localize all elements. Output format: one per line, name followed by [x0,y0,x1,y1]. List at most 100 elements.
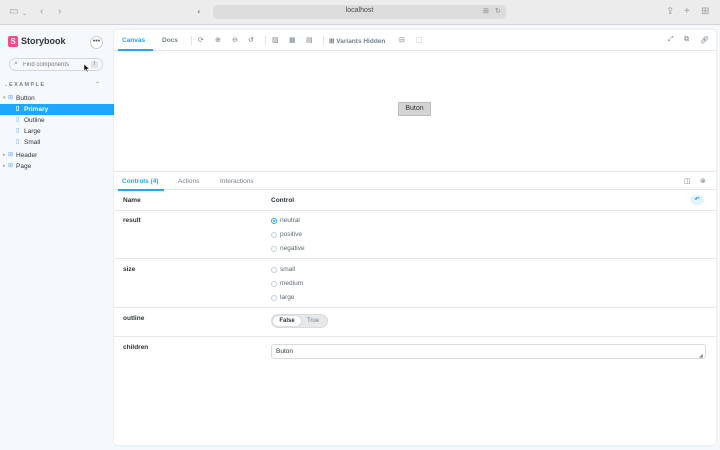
radio-dot[interactable] [271,281,277,287]
back-icon[interactable]: ‹ [40,6,43,18]
radio-label: neutral [280,217,300,224]
privacy-shield-icon[interactable]: ◐ [197,6,202,18]
chevron-down-icon: ▾ [3,95,6,101]
radio-label: small [280,266,296,273]
toolbar-divider [323,36,324,45]
radio-dot[interactable] [271,267,277,273]
tree-item-header[interactable]: ▸ ⊞ Header [0,150,114,161]
collapse-all-icon[interactable]: ⌃ [95,81,100,88]
component-icon: ⊞ [8,95,14,101]
controls-table-header: Name Control ↶ [114,190,716,211]
chevron-down-icon[interactable]: ⌄ [22,8,27,20]
control-name: result [123,217,141,224]
zoom-reset-icon[interactable]: ↺ [248,36,254,44]
toolbar-divider [191,36,192,45]
open-new-tab-icon[interactable]: ⧉ [684,36,689,44]
tree-item-label: Small [24,139,41,146]
tab-canvas[interactable]: Canvas [122,37,145,44]
tree-item-label: Primary [24,106,49,113]
share-icon[interactable]: ⇪ [666,6,674,18]
settings-menu-button[interactable]: ••• [90,36,103,49]
search-input[interactable] [23,60,85,70]
brand-title: Storybook [21,36,66,46]
viewport-icon[interactable]: ▤ [306,36,313,44]
fullscreen-icon[interactable]: ⤢ [668,36,674,44]
tree-item-primary[interactable]: ▯ Primary [0,104,114,115]
toggle-true[interactable]: True [300,316,326,326]
tree-item-label: Page [16,163,32,170]
control-row-size: size small medium large [114,260,716,308]
control-row-result: result neutral positive negative [114,211,716,259]
story-canvas: Buton [114,51,716,171]
radio-label: large [280,294,295,301]
tree-item-small[interactable]: ▯ Small [0,137,114,148]
tree-item-large[interactable]: ▯ Large [0,126,114,137]
tree-item-outline[interactable]: ▯ Outline [0,115,114,126]
zoom-out-icon[interactable]: ⊖ [232,36,238,44]
close-panel-icon[interactable]: ⊗ [700,177,706,185]
sidebar: S Storybook ••• ⌕ / ⌄ EXAMPLE ⌃ ▾ ⊞ Butt… [0,26,114,450]
radio-dot[interactable] [271,218,277,224]
preview-toolbar: Canvas Docs ⟳ ⊕ ⊖ ↺ ▨ ▦ ▤ ⊞ Variants Hid… [114,30,716,51]
copy-link-icon[interactable]: 🔗︎ [700,36,709,44]
url-text: localhost [345,7,374,14]
radio-dot[interactable] [271,246,277,252]
chevron-right-icon: ▸ [3,152,6,158]
tab-overview-icon[interactable]: ⊞ [701,6,709,18]
story-icon: ▯ [16,139,20,145]
main-panel: Canvas Docs ⟳ ⊕ ⊖ ↺ ▨ ▦ ▤ ⊞ Variants Hid… [114,30,716,445]
tree-item-label: Button [16,95,35,102]
resize-handle-icon[interactable]: ◢ [699,353,703,359]
tab-interactions[interactable]: Interactions [220,178,254,185]
story-icon: ▯ [16,106,20,112]
component-icon: ⊞ [8,152,14,158]
story-icon: ▯ [16,117,20,123]
boolean-toggle[interactable]: False True [271,314,328,328]
preview-button[interactable]: Buton [398,102,431,116]
sidebar-toggle-icon[interactable]: ▭ [9,6,18,18]
control-name: children [123,344,149,351]
tree-item-page[interactable]: ▸ ⊞ Page [0,161,114,172]
control-name: size [123,266,136,273]
zoom-in-icon[interactable]: ⊕ [215,36,221,44]
address-bar[interactable]: localhost ⊞ ↻ [213,5,506,19]
toolbar-divider [265,36,266,45]
toggle-false[interactable]: False [273,316,301,326]
remount-icon[interactable]: ⟳ [198,36,204,44]
radio-dot[interactable] [271,295,277,301]
browser-toolbar: ▭ ⌄ ‹ › ◐ localhost ⊞ ↻ ⇪ + ⊞ [0,0,720,25]
column-header-name: Name [123,197,141,204]
radio-label: negative [280,245,305,252]
section-chevron-icon[interactable]: ⌄ [4,82,8,88]
tab-controls[interactable]: Controls (4) [122,178,158,185]
outline-icon[interactable]: ⬚ [416,36,423,44]
variants-label: Variants Hidden [336,38,386,45]
tab-actions[interactable]: Actions [178,178,199,185]
control-row-outline: outline False True [114,309,716,337]
control-name: outline [123,315,145,322]
variants-button[interactable]: ⊞ Variants Hidden [329,37,385,45]
mouse-cursor-icon [84,64,90,72]
chevron-right-icon: ▸ [3,163,6,169]
search-icon: ⌕ [14,60,18,67]
children-textarea[interactable]: Buton [271,344,706,359]
panel-position-icon[interactable]: ◫ [684,177,691,185]
tree-item-button[interactable]: ▾ ⊞ Button [0,93,114,104]
tree-item-label: Header [16,152,38,159]
forward-icon[interactable]: › [58,6,61,18]
translate-icon[interactable]: ⊞ [483,7,489,15]
reset-controls-button[interactable]: ↶ [690,195,704,205]
background-icon[interactable]: ▨ [272,36,279,44]
search-shortcut-key: / [91,61,98,68]
reload-icon[interactable]: ↻ [495,7,501,15]
measure-icon[interactable]: ⊟ [399,36,405,44]
addons-tabs: Controls (4) Actions Interactions ◫ ⊗ [114,171,716,191]
radio-dot[interactable] [271,232,277,238]
radio-label: medium [280,280,304,287]
new-tab-icon[interactable]: + [684,6,690,18]
section-title[interactable]: EXAMPLE [9,82,45,88]
radio-label: positive [280,231,303,238]
grid-icon[interactable]: ▦ [289,36,296,44]
tab-docs[interactable]: Docs [162,37,178,44]
story-icon: ▯ [16,128,20,134]
